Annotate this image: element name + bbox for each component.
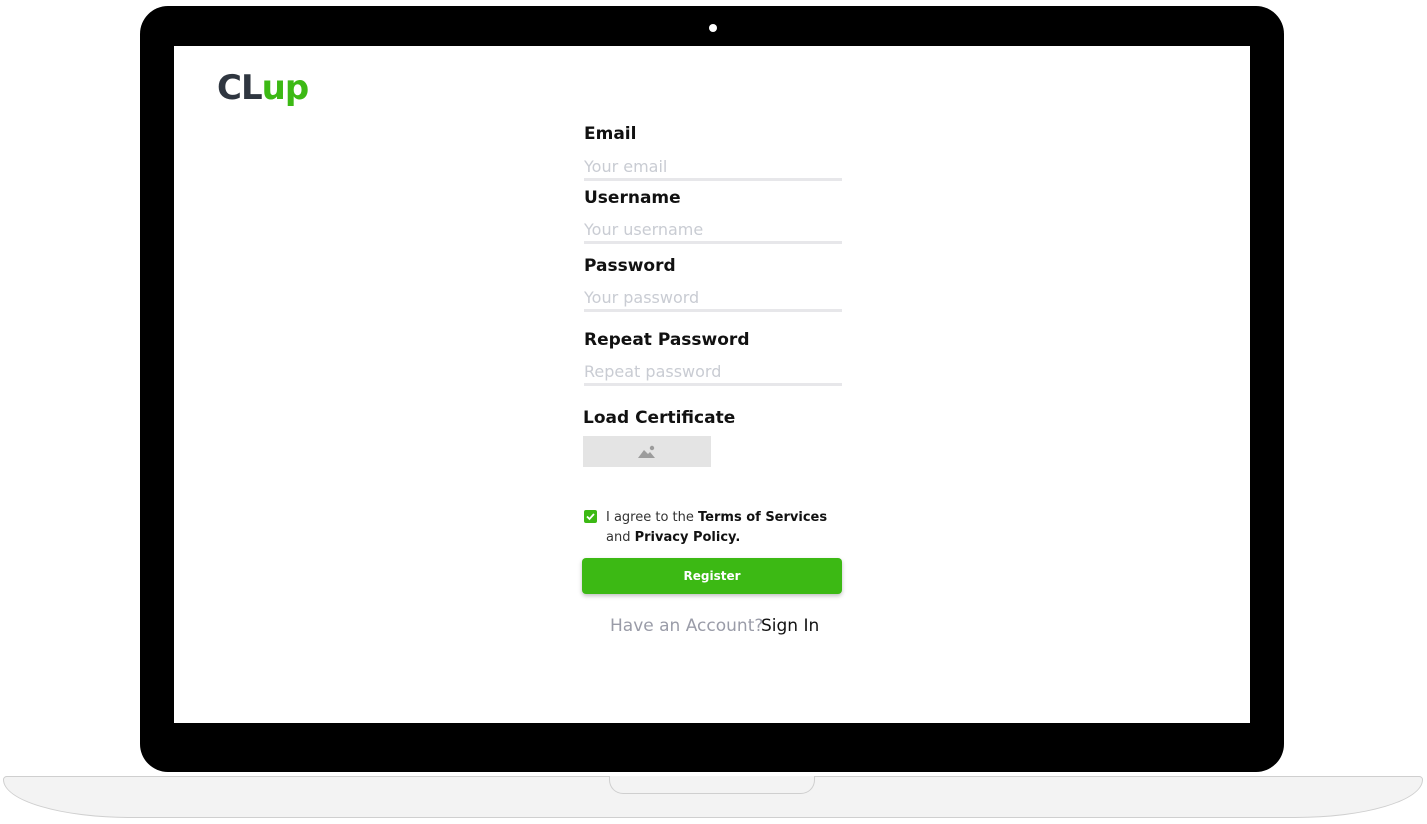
load-certificate-label: Load Certificate xyxy=(583,408,736,428)
agreement-prefix: I agree to the xyxy=(606,510,694,525)
email-field[interactable] xyxy=(584,154,842,181)
password-field[interactable] xyxy=(584,285,842,312)
username-label: Username xyxy=(584,188,681,208)
camera-icon xyxy=(709,24,717,32)
privacy-link[interactable]: Privacy Policy. xyxy=(635,530,741,545)
username-field[interactable] xyxy=(584,217,842,244)
repeat-password-label: Repeat Password xyxy=(584,330,750,350)
email-label: Email xyxy=(584,124,637,144)
agree-checkbox[interactable] xyxy=(584,510,597,523)
password-label: Password xyxy=(584,256,676,276)
image-upload-icon xyxy=(638,445,655,458)
agreement-middle: and xyxy=(606,530,631,545)
app-screen: CLup Email Username Password Repeat Pass… xyxy=(174,46,1250,723)
logo-text-cl: CL xyxy=(217,68,263,108)
logo-text-up: up xyxy=(261,68,310,108)
agreement-text: I agree to the Terms of Services and Pri… xyxy=(606,508,846,548)
app-logo: CLup xyxy=(217,68,310,108)
register-button[interactable]: Register xyxy=(582,558,842,594)
repeat-password-field[interactable] xyxy=(584,359,842,386)
sign-in-link[interactable]: Sign In xyxy=(761,616,819,636)
certificate-upload-button[interactable] xyxy=(583,436,711,467)
have-account-text: Have an Account? xyxy=(610,616,764,636)
terms-link[interactable]: Terms of Services xyxy=(698,510,827,525)
checkmark-icon xyxy=(586,513,595,521)
laptop-notch xyxy=(609,776,815,794)
